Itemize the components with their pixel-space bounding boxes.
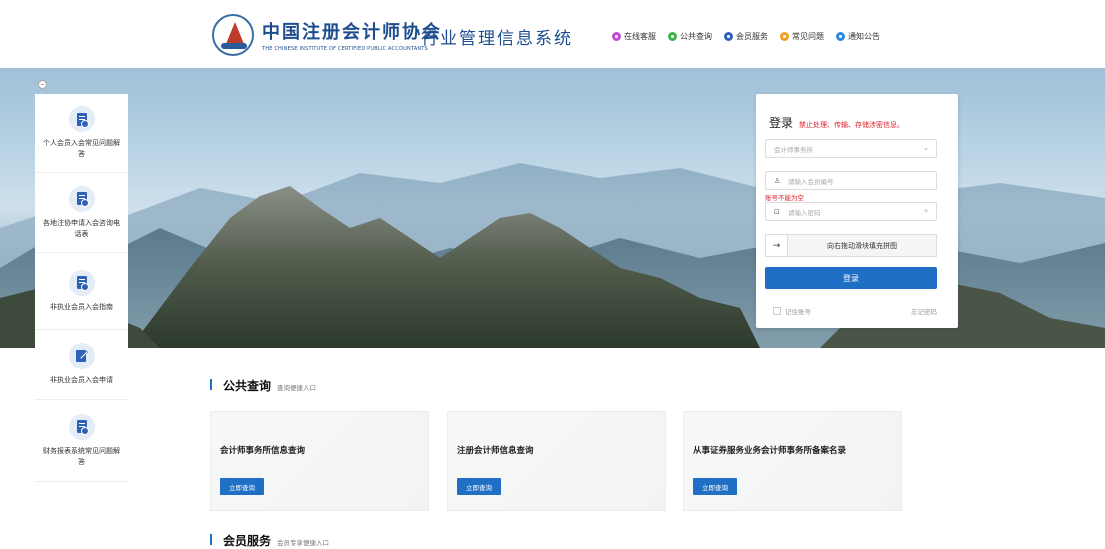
security-warning: 禁止处理、传输、存储涉密信息。 [799,121,905,129]
remember-checkbox[interactable] [773,307,781,315]
card-title: 从事证券服务业务会计师事务所备案名录 [693,446,847,456]
forgot-password-link[interactable]: 忘记密码 [911,306,937,316]
document-icon [68,269,95,296]
sidebar-item-label: 个人会员入会常见问题解答 [43,139,120,158]
notice-icon [836,32,845,41]
member-id-input[interactable]: ♙ 请输入会员编号 [765,171,937,190]
slider-handle[interactable]: → [766,235,788,256]
top-nav: 在线客服 公共查询 会员服务 常见问题 通知公告 [612,31,880,42]
password-input[interactable]: ⊡ 请输入密码 ∻ [765,202,937,221]
sidebar-item-member-faq[interactable]: 个人会员入会常见问题解答 [35,94,128,173]
logo-english-name: THE CHINESE INSTITUTE OF CERTIFIED PUBLI… [262,46,428,52]
member-id-error: 账号不能为空 [765,194,804,202]
cicpa-logo[interactable]: 中国注册会计师协会 THE CHINESE INSTITUTE OF CERTI… [212,14,442,56]
chevron-down-icon: ⌄ [923,144,929,152]
user-icon: ♙ [774,176,781,185]
public-query-heading: 公共查询 查询便捷入口 [210,377,316,394]
remember-account[interactable]: 记住账号 [773,306,811,316]
captcha-slider[interactable]: → 向右拖动滑块填充拼图 [765,234,937,257]
card-title: 注册会计师信息查询 [457,446,534,456]
login-button[interactable]: 登录 [765,267,937,289]
login-title: 登录 [769,116,794,130]
login-card: 登录 禁止处理、传输、存储涉密信息。 会计师事务所 ⌄ ♙ 请输入会员编号 账号… [756,94,958,328]
header: 中国注册会计师协会 THE CHINESE INSTITUTE OF CERTI… [0,0,1105,68]
member-service-heading: 会员服务 会员专享便捷入口 [210,532,329,549]
query-now-button[interactable]: 立即查询 [457,478,501,495]
faq-icon [780,32,789,41]
query-now-button[interactable]: 立即查询 [693,478,737,495]
query-now-button[interactable]: 立即查询 [220,478,264,495]
slider-hint: 向右拖动滑块填充拼图 [827,241,897,250]
sidebar-item-finance-faq[interactable]: 财务报表系统常见问题解答 [35,400,128,482]
system-title: 行业管理信息系统 [421,29,573,49]
nav-online-service[interactable]: 在线客服 [612,31,656,42]
org-type-select[interactable]: 会计师事务所 ⌄ [765,139,937,158]
nav-public-query[interactable]: 公共查询 [668,31,712,42]
quick-links-sidebar: 个人会员入会常见问题解答 各地注协申请入会咨询电话表 非执业会员入会指南 非执业… [35,94,128,482]
nav-faq[interactable]: 常见问题 [780,31,824,42]
member-service-icon [724,32,733,41]
arrow-right-icon: → [772,240,781,251]
sidebar-item-label: 各地注协申请入会咨询电话表 [43,218,120,238]
document-icon [68,413,95,440]
query-card-securities: 从事证券服务业务会计师事务所备案名录 立即查询 [683,411,902,511]
nav-notices[interactable]: 通知公告 [836,31,880,42]
sidebar-item-label: 非执业会员入会指南 [50,302,113,311]
sidebar-item-label: 财务报表系统常见问题解答 [43,446,120,466]
logo-chinese-name: 中国注册会计师协会 [262,22,442,43]
query-card-firm: 会计师事务所信息查询 立即查询 [210,411,429,511]
lock-icon: ⊡ [774,207,780,216]
eye-toggle-icon[interactable]: ∻ [923,207,929,215]
sidebar-item-label: 非执业会员入会申请 [50,376,113,384]
document-icon [68,185,95,212]
sidebar-item-nonpractice-apply[interactable]: 非执业会员入会申请 [35,330,128,400]
public-query-icon [668,32,677,41]
collapse-sidebar-button[interactable]: − [38,80,47,89]
query-card-cpa: 注册会计师信息查询 立即查询 [447,411,666,511]
card-title: 会计师事务所信息查询 [220,446,306,456]
nav-member-service[interactable]: 会员服务 [724,31,768,42]
edit-icon [68,343,95,369]
sidebar-item-consult-phone[interactable]: 各地注协申请入会咨询电话表 [35,173,128,253]
cicpa-emblem-icon [212,14,254,56]
document-icon [68,106,95,132]
sidebar-item-nonpractice-guide[interactable]: 非执业会员入会指南 [35,253,128,330]
online-service-icon [612,32,621,41]
